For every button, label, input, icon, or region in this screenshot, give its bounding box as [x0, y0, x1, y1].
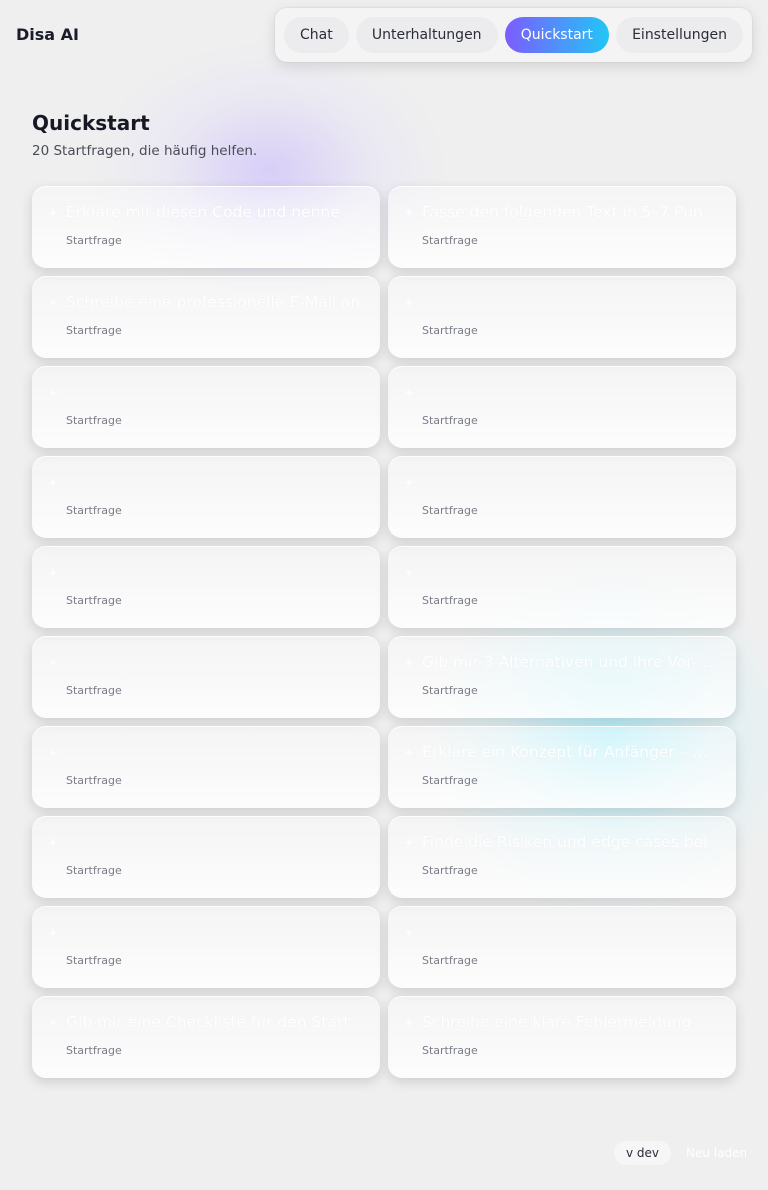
sparkle-icon: ✦: [404, 206, 415, 220]
page-subtitle: 20 Startfragen, die häufig helfen.: [32, 143, 258, 159]
quickstart-card[interactable]: ✦ Startfrage: [388, 276, 736, 358]
sparkle-icon: ✦: [48, 296, 59, 310]
card-prompt: Schreibe eine klare Fehlermeldung und: [422, 1013, 720, 1031]
card-tag: Startfrage: [66, 684, 122, 697]
card-tag: Startfrage: [66, 594, 122, 607]
app-header: Disa AI Chat Unterhaltungen Quickstart E…: [0, 0, 768, 70]
quickstart-card[interactable]: ✦ Gib mir 3 Alternativen und ihre Vor- un…: [388, 636, 736, 718]
card-tag: Startfrage: [422, 954, 478, 967]
sparkle-icon: ✦: [404, 656, 415, 670]
card-tag: Startfrage: [422, 414, 478, 427]
quickstart-card[interactable]: ✦ Finde die Risiken und edge cases bei Sta…: [388, 816, 736, 898]
card-tag: Startfrage: [422, 324, 478, 337]
sparkle-icon: ✦: [404, 1016, 415, 1030]
app-brand: Disa AI: [16, 25, 79, 44]
quickstart-grid: ✦ Erkläre mir diesen Code und nenne Verbe…: [32, 186, 736, 1078]
quickstart-card[interactable]: ✦ Startfrage: [388, 906, 736, 988]
card-tag: Startfrage: [66, 234, 122, 247]
nav-tab-quickstart[interactable]: Quickstart: [504, 17, 609, 53]
quickstart-card[interactable]: ✦ Startfrage: [32, 816, 380, 898]
card-prompt: Erkläre mir diesen Code und nenne Verbes…: [66, 203, 364, 221]
card-tag: Startfrage: [422, 1044, 478, 1057]
card-tag: Startfrage: [66, 324, 122, 337]
sparkle-icon: ✦: [404, 386, 415, 400]
card-tag: Startfrage: [422, 774, 478, 787]
sparkle-icon: ✦: [48, 1016, 59, 1030]
card-tag: Startfrage: [66, 414, 122, 427]
sparkle-icon: ✦: [48, 566, 59, 580]
quickstart-card[interactable]: ✦ Fasse den folgenden Text in 5–7 Punkten…: [388, 186, 736, 268]
quickstart-card[interactable]: ✦ Schreibe eine klare Fehlermeldung und St…: [388, 996, 736, 1078]
quickstart-card[interactable]: ✦ Startfrage: [32, 546, 380, 628]
card-tag: Startfrage: [66, 774, 122, 787]
sparkle-icon: ✦: [48, 926, 59, 940]
sparkle-icon: ✦: [404, 926, 415, 940]
quickstart-card[interactable]: ✦ Erkläre mir diesen Code und nenne Verbe…: [32, 186, 380, 268]
sparkle-icon: ✦: [404, 746, 415, 760]
page-title: Quickstart: [32, 111, 150, 135]
card-prompt: Erkläre ein Konzept für Anfänger – mit B…: [422, 743, 720, 761]
quickstart-card[interactable]: ✦ Startfrage: [32, 366, 380, 448]
card-tag: Startfrage: [422, 684, 478, 697]
card-tag: Startfrage: [422, 864, 478, 877]
card-prompt: Schreibe eine professionelle E-Mail an: [66, 293, 361, 311]
card-tag: Startfrage: [422, 234, 478, 247]
card-tag: Startfrage: [66, 1044, 122, 1057]
card-tag: Startfrage: [422, 504, 478, 517]
quickstart-card[interactable]: ✦ Startfrage: [32, 456, 380, 538]
quickstart-card[interactable]: ✦ Startfrage: [32, 726, 380, 808]
nav-tab-chat[interactable]: Chat: [284, 17, 349, 53]
sparkle-icon: ✦: [48, 386, 59, 400]
card-tag: Startfrage: [66, 864, 122, 877]
quickstart-card[interactable]: ✦ Startfrage: [388, 546, 736, 628]
sparkle-icon: ✦: [404, 476, 415, 490]
nav-tab-settings[interactable]: Einstellungen: [616, 17, 743, 53]
card-tag: Startfrage: [66, 954, 122, 967]
quickstart-card[interactable]: ✦ Gib mir eine Checkliste für den Start St…: [32, 996, 380, 1078]
quickstart-card[interactable]: ✦ Schreibe eine professionelle E-Mail an S…: [32, 276, 380, 358]
sparkle-icon: ✦: [48, 746, 59, 760]
sparkle-icon: ✦: [404, 566, 415, 580]
quickstart-card[interactable]: ✦ Startfrage: [388, 366, 736, 448]
card-tag: Startfrage: [66, 504, 122, 517]
quickstart-card[interactable]: ✦ Startfrage: [32, 636, 380, 718]
card-prompt: Finde die Risiken und edge cases bei: [422, 833, 708, 851]
nav-tab-conversations[interactable]: Unterhaltungen: [355, 17, 498, 53]
quickstart-card[interactable]: ✦ Erkläre ein Konzept für Anfänger – mit …: [388, 726, 736, 808]
sparkle-icon: ✦: [404, 296, 415, 310]
card-tag: Startfrage: [422, 594, 478, 607]
sparkle-icon: ✦: [48, 656, 59, 670]
sparkle-icon: ✦: [404, 836, 415, 850]
version-badge: v dev: [614, 1141, 672, 1165]
main-nav: Chat Unterhaltungen Quickstart Einstellu…: [275, 8, 752, 62]
sparkle-icon: ✦: [48, 206, 59, 220]
card-prompt: Gib mir eine Checkliste für den Start: [66, 1013, 350, 1031]
card-prompt: Gib mir 3 Alternativen und ihre Vor- und…: [422, 653, 720, 671]
card-prompt: Fasse den folgenden Text in 5–7 Punkten …: [422, 203, 720, 221]
reload-button[interactable]: Neu laden: [676, 1141, 757, 1165]
quickstart-card[interactable]: ✦ Startfrage: [388, 456, 736, 538]
sparkle-icon: ✦: [48, 836, 59, 850]
quickstart-card[interactable]: ✦ Startfrage: [32, 906, 380, 988]
sparkle-icon: ✦: [48, 476, 59, 490]
